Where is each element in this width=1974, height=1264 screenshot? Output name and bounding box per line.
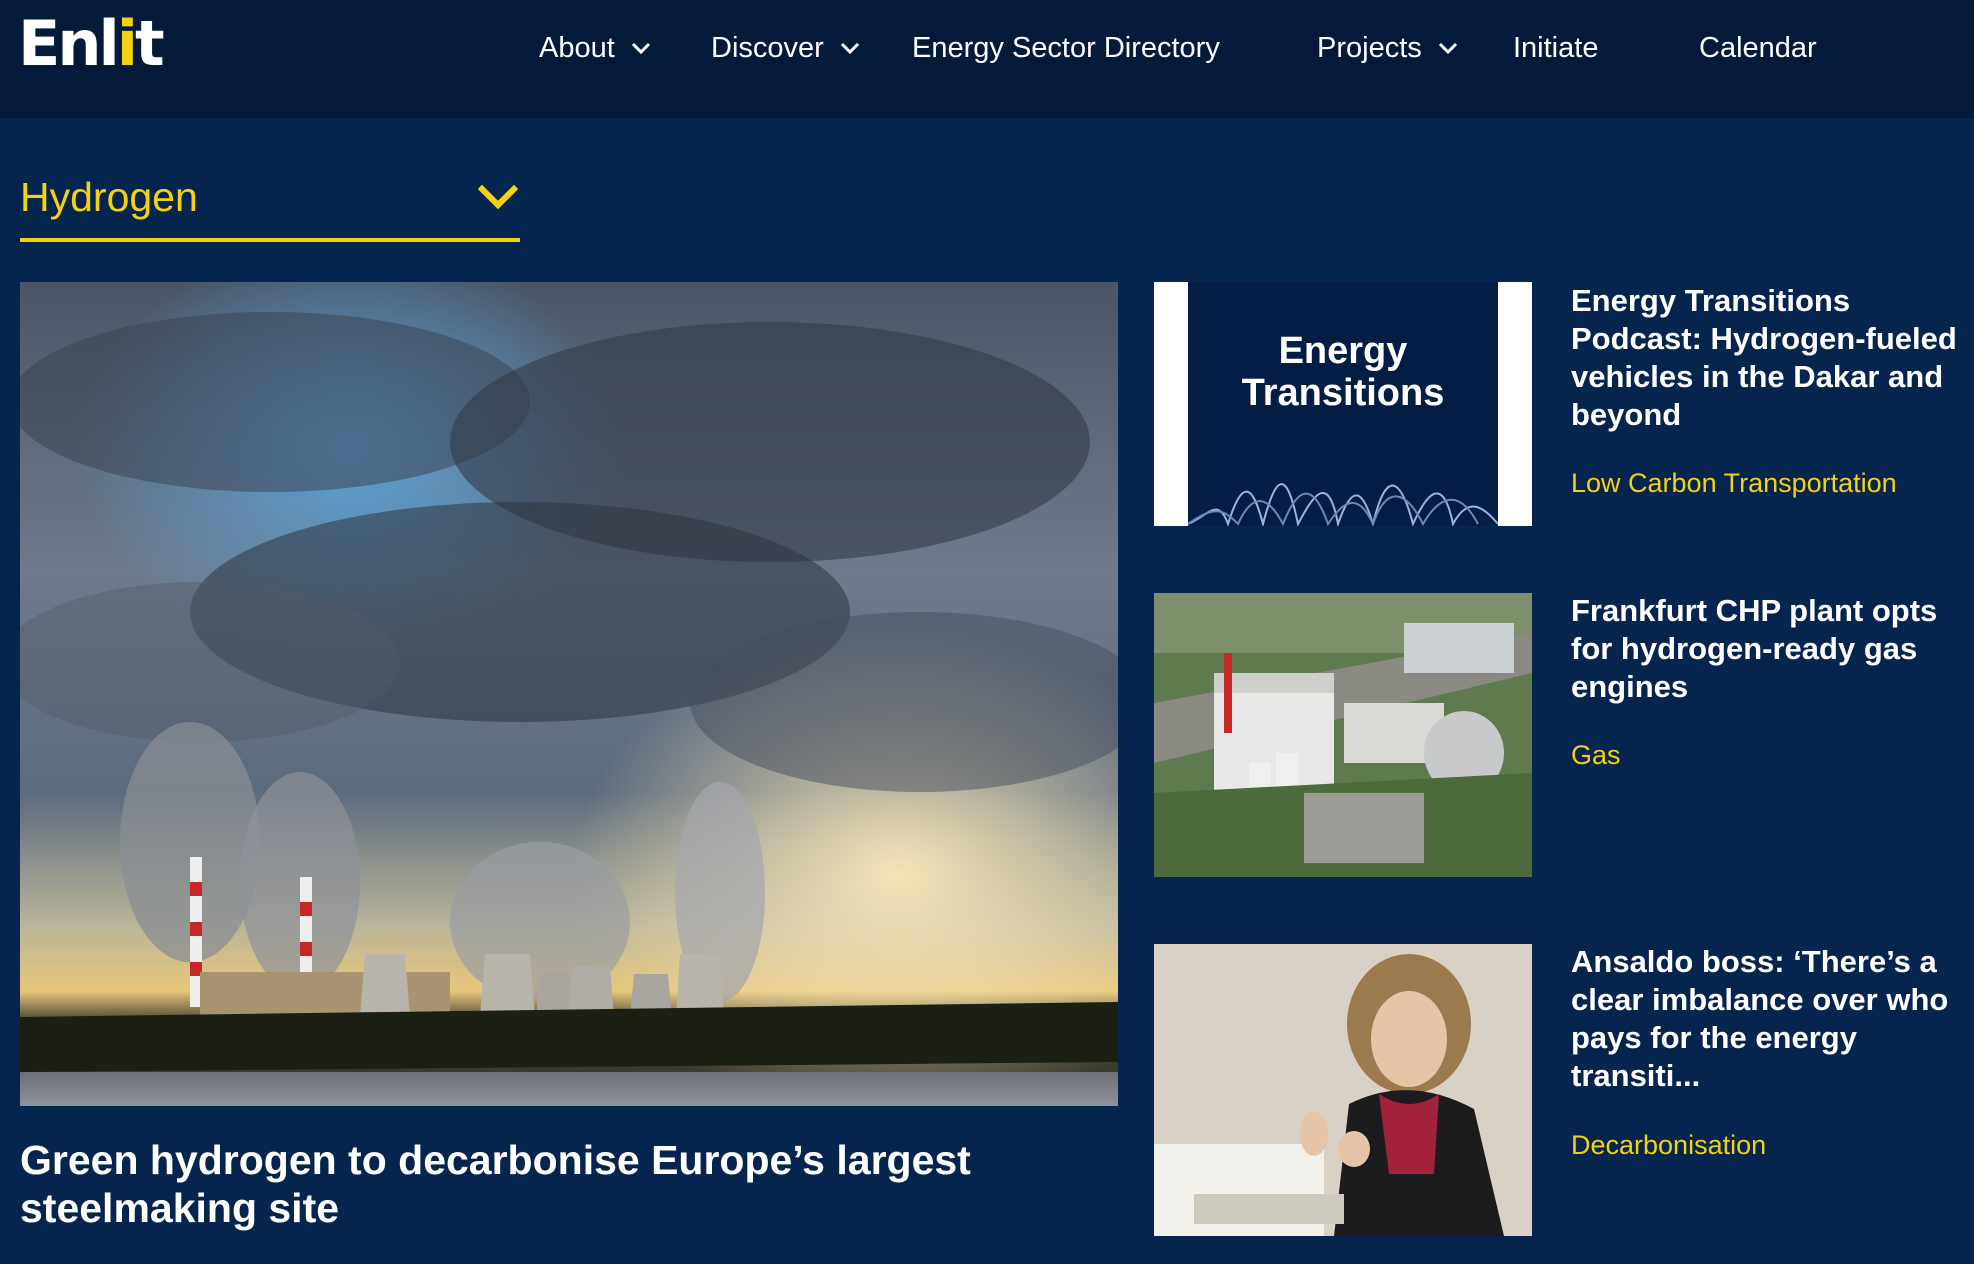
nav-item-label: Discover: [711, 31, 824, 64]
topic-dropdown[interactable]: Hydrogen: [20, 170, 520, 242]
topic-dropdown-value: Hydrogen: [20, 174, 198, 220]
power-plant-photo: [20, 282, 1118, 1106]
chevron-down-icon: [840, 42, 859, 55]
logo-text-i: i: [116, 7, 138, 80]
logo-text-l: l: [98, 7, 120, 80]
article-tag-decarbonisation[interactable]: Decarbonisation: [1571, 1130, 1766, 1161]
podcast-cover-title: Energy Transitions: [1241, 330, 1445, 414]
article-tag-low-carbon-transportation[interactable]: Low Carbon Transportation: [1571, 468, 1897, 499]
article-tag-gas[interactable]: Gas: [1571, 740, 1621, 771]
speaker-photo: [1154, 944, 1532, 1236]
logo-text-n: n: [57, 7, 101, 80]
chp-plant-aerial-photo: [1154, 593, 1532, 877]
article-thumbnail-ansaldo[interactable]: [1154, 944, 1532, 1236]
nav-item-energy-sector-directory[interactable]: Energy Sector Directory: [912, 24, 1220, 72]
sound-wave-icon: [1188, 483, 1498, 526]
featured-article-title[interactable]: Green hydrogen to decarbonise Europe’s l…: [20, 1136, 1100, 1232]
logo-text-e: E: [18, 7, 60, 80]
chevron-down-icon: [1438, 42, 1457, 55]
podcast-cover: Energy Transitions: [1188, 282, 1498, 526]
nav-item-projects[interactable]: Projects: [1317, 24, 1458, 72]
featured-article-image[interactable]: [20, 282, 1118, 1106]
article-title-podcast[interactable]: Energy Transitions Podcast: Hydrogen-fue…: [1571, 282, 1961, 434]
top-navigation-bar: Enlit About Discover Energy Sector Direc…: [0, 0, 1974, 118]
nav-item-label: About: [539, 31, 615, 64]
chevron-down-icon: [631, 42, 650, 55]
logo-text-t: t: [135, 7, 165, 80]
nav-item-label: Projects: [1317, 31, 1422, 64]
chevron-down-icon: [478, 184, 518, 210]
nav-item-about[interactable]: About: [539, 24, 651, 72]
nav-item-discover[interactable]: Discover: [711, 24, 860, 72]
article-thumbnail-frankfurt-chp[interactable]: [1154, 593, 1532, 877]
enlit-logo[interactable]: Enlit: [18, 12, 165, 76]
nav-item-initiate[interactable]: Initiate: [1513, 24, 1598, 72]
nav-item-calendar[interactable]: Calendar: [1699, 24, 1817, 72]
nav-item-label: Calendar: [1699, 31, 1817, 64]
article-thumbnail-podcast[interactable]: Energy Transitions: [1154, 282, 1532, 526]
nav-item-label: Initiate: [1513, 31, 1599, 64]
nav-item-label: Energy Sector Directory: [912, 31, 1220, 64]
article-title-ansaldo[interactable]: Ansaldo boss: ‘There’s a clear imbalance…: [1571, 943, 1961, 1095]
article-title-frankfurt-chp[interactable]: Frankfurt CHP plant opts for hydrogen-re…: [1571, 592, 1961, 706]
